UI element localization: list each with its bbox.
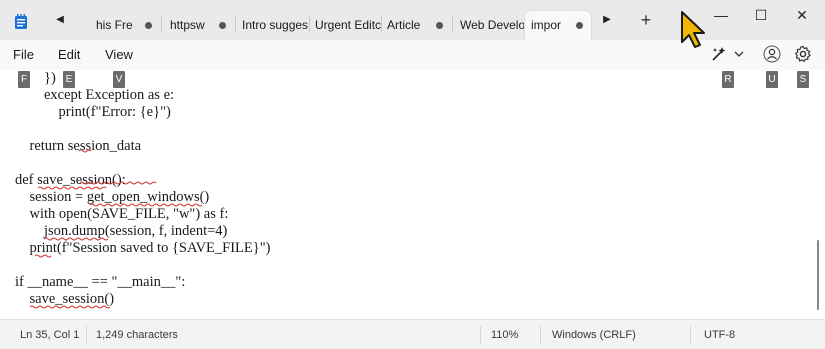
tab-label: Intro sugges (242, 18, 308, 32)
menu-edit[interactable]: Edit (58, 47, 80, 62)
menu-view[interactable]: View (105, 47, 133, 62)
status-divider (480, 326, 481, 344)
tab-divider (452, 16, 453, 32)
tab-2[interactable]: Intro sugges (236, 11, 308, 40)
keytip-edit: E (63, 71, 75, 88)
keytip-view: V (113, 71, 125, 88)
vertical-scrollbar[interactable] (817, 240, 819, 310)
copilot-rewrite-icon[interactable] (710, 45, 728, 63)
tab-label: Web Develo (460, 18, 524, 32)
tab-label: httpsw (170, 18, 205, 32)
scroll-tabs-right-button[interactable]: ▶ (599, 12, 615, 28)
modified-dot-icon (219, 22, 226, 29)
tab-6-active[interactable]: impor (525, 11, 591, 40)
tab-label: impor (531, 18, 562, 32)
keytip-file: F (18, 71, 30, 88)
text-editor[interactable]: }) except Exception as e: print(f"Error:… (0, 70, 825, 319)
tab-0[interactable]: his Fre (90, 11, 160, 40)
tab-4[interactable]: Article (381, 11, 451, 40)
tab-divider (161, 16, 162, 32)
tab-label: Urgent Editc (315, 18, 381, 32)
close-button[interactable]: ✕ (791, 6, 813, 24)
account-icon[interactable] (763, 45, 781, 63)
scroll-tabs-left-button[interactable]: ◀ (52, 12, 68, 28)
notepad-icon (15, 14, 27, 29)
tab-1[interactable]: httpsw (164, 11, 234, 40)
tab-label: Article (387, 18, 421, 32)
modified-dot-icon (145, 22, 152, 29)
modified-dot-icon (436, 22, 443, 29)
line-ending[interactable]: Windows (CRLF) (552, 329, 636, 341)
chevron-down-icon[interactable] (733, 45, 745, 63)
status-bar: Ln 35, Col 1 1,249 characters 110% Windo… (0, 319, 825, 349)
keytip-user: U (766, 71, 778, 88)
status-divider (86, 326, 87, 344)
gear-icon[interactable] (794, 45, 812, 63)
status-divider (690, 326, 691, 344)
modified-dot-icon (576, 22, 583, 29)
zoom-level[interactable]: 110% (491, 329, 518, 341)
cursor-position: Ln 35, Col 1 (20, 329, 80, 341)
menu-file[interactable]: File (13, 47, 34, 62)
mouse-pointer-icon (681, 11, 705, 48)
tab-5[interactable]: Web Develo (454, 11, 524, 40)
keytip-rewrite: R (722, 71, 734, 88)
new-tab-button[interactable]: + (638, 11, 654, 29)
maximize-button[interactable]: ☐ (750, 6, 772, 24)
minimize-button[interactable]: — (710, 6, 732, 24)
character-count: 1,249 characters (96, 329, 178, 341)
status-divider (540, 326, 541, 344)
tab-label: his Fre (96, 18, 133, 32)
encoding[interactable]: UTF-8 (704, 329, 735, 341)
keytip-settings: S (797, 71, 809, 88)
spellcheck-squiggles (29, 149, 203, 309)
tab-3[interactable]: Urgent Editc (309, 11, 381, 40)
